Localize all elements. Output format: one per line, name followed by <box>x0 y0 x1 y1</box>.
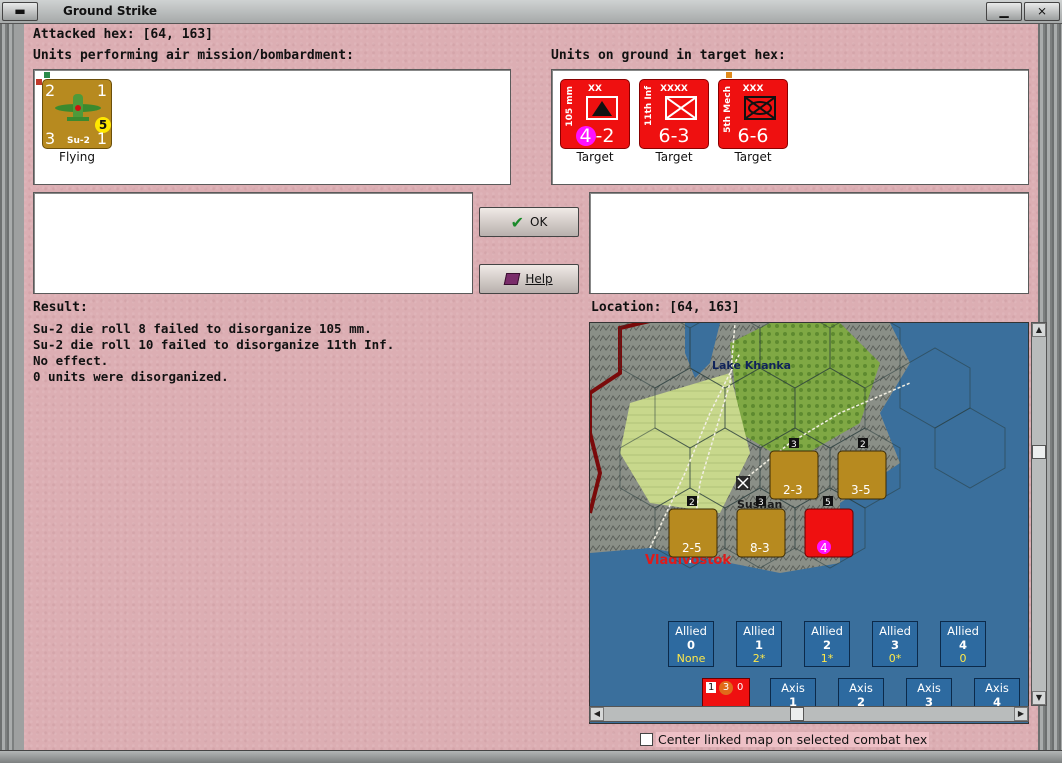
allied-air-box-4[interactable]: Allied 4 0 <box>940 621 986 667</box>
center-map-checkbox[interactable] <box>640 733 653 746</box>
scroll-left-icon[interactable]: ◀ <box>590 707 604 721</box>
svg-text:8-3: 8-3 <box>750 541 770 555</box>
counter-strength: 6-3 <box>658 125 690 147</box>
book-icon <box>504 273 521 285</box>
result-line: Su-2 die roll 8 failed to disorganize 10… <box>33 321 372 336</box>
unit-counter-105mm[interactable]: 105 mm XX 4 -2 <box>560 79 630 149</box>
result-line: No effect. <box>33 353 109 368</box>
red-unit-chit[interactable]: 1 3 0 <box>702 678 750 708</box>
status-marker-icon <box>44 72 50 78</box>
location-map[interactable]: Lake Khanka Sushan Vladivostok 3 2-3 2 3… <box>589 322 1029 724</box>
unit-counter-su2[interactable]: 2 1 5 3 Su-2 1 <box>42 79 112 149</box>
counter-strength: 4 -2 <box>561 125 629 147</box>
place-lake-khanka: Lake Khanka <box>712 359 791 372</box>
mechanized-symbol-icon <box>744 96 776 120</box>
dialog-body: Attacked hex: [64, 163] Units performing… <box>24 24 1047 750</box>
location-label: Location: [64, 163] <box>591 300 740 315</box>
window-frame-left <box>0 24 14 763</box>
counter-size: XXXX <box>660 84 688 94</box>
map-horizontal-scrollbar[interactable]: ◀ ▶ <box>589 706 1029 722</box>
vertical-scroll-thumb[interactable] <box>1032 445 1046 459</box>
window-menu-icon[interactable]: ▬ <box>2 2 38 21</box>
svg-text:3: 3 <box>758 498 764 508</box>
counter-name: Su-2 <box>67 136 90 146</box>
unit-counter-5th-mech[interactable]: 5th Mech XXX 6-6 <box>718 79 788 149</box>
svg-text:3: 3 <box>791 440 797 450</box>
unit-counter-11th-inf[interactable]: 11th Inf XXXX 6-3 <box>639 79 709 149</box>
unit-status-label: Target <box>734 150 772 164</box>
air-detail-panel <box>33 192 473 294</box>
svg-text:2-5: 2-5 <box>682 541 702 555</box>
allied-air-box-1[interactable]: Allied 1 2* <box>736 621 782 667</box>
attacked-hex-label: Attacked hex: [64, 163] <box>33 27 214 42</box>
artillery-symbol-icon <box>586 96 618 120</box>
result-line: 0 units were disorganized. <box>33 369 229 384</box>
map-vertical-scrollbar[interactable]: ▲ ▼ <box>1031 322 1047 706</box>
help-button[interactable]: Help <box>479 264 579 294</box>
ground-strike-window: ▬ Ground Strike ▁ ⨯ Attacked hex: [64, 1… <box>0 0 1062 763</box>
result-label: Result: <box>33 300 88 315</box>
scroll-up-icon[interactable]: ▲ <box>1032 323 1046 337</box>
counter-bottom-left: 3 <box>45 129 56 148</box>
unit-status-label: Target <box>655 150 693 164</box>
minimize-icon[interactable]: ▁ <box>986 2 1022 21</box>
ground-units-panel: 105 mm XX 4 -2 Target 11th Inf XXXX 6-3 T… <box>551 69 1029 185</box>
window-frame-bottom <box>0 750 1062 763</box>
window-title: Ground Strike <box>63 4 158 18</box>
ground-detail-panel <box>589 192 1029 294</box>
allied-air-box-0[interactable]: Allied 0 None <box>668 621 714 667</box>
allied-air-box-3[interactable]: Allied 3 0* <box>872 621 918 667</box>
counter-size: XXX <box>742 84 764 94</box>
ok-button[interactable]: ✔ OK <box>479 207 579 237</box>
allied-air-box-2[interactable]: Allied 2 1* <box>804 621 850 667</box>
title-bar[interactable]: ▬ Ground Strike ▁ ⨯ <box>0 0 1062 24</box>
close-icon[interactable]: ⨯ <box>1024 2 1060 21</box>
svg-text:2-3: 2-3 <box>783 483 803 497</box>
checkmark-icon: ✔ <box>510 212 525 232</box>
svg-text:2: 2 <box>860 440 866 450</box>
aircraft-icon <box>55 94 101 121</box>
result-line: Su-2 die roll 10 failed to disorganize 1… <box>33 337 395 352</box>
air-units-panel: 2 1 5 3 Su-2 1 Flying <box>33 69 511 185</box>
scroll-right-icon[interactable]: ▶ <box>1014 707 1028 721</box>
counter-strength: 6-6 <box>737 125 769 147</box>
counter-bottom-right: 1 <box>96 129 107 148</box>
unit-status-label: Target <box>576 150 614 164</box>
help-button-label: Help <box>525 272 553 286</box>
status-marker-icon <box>726 72 732 78</box>
svg-text:4: 4 <box>820 541 828 555</box>
center-map-checkbox-label[interactable]: Center linked map on selected combat hex <box>656 732 930 747</box>
svg-text:5: 5 <box>825 498 831 508</box>
svg-text:2: 2 <box>689 498 695 508</box>
chit-value: 0 <box>737 682 744 693</box>
unit-status-label: Flying <box>59 150 95 164</box>
air-units-label: Units performing air mission/bombardment… <box>33 48 354 63</box>
counter-size: XX <box>588 84 602 94</box>
ground-units-label: Units on ground in target hex: <box>551 48 786 63</box>
infantry-symbol-icon <box>665 96 697 120</box>
ok-button-label: OK <box>530 215 548 229</box>
scroll-down-icon[interactable]: ▼ <box>1032 691 1046 705</box>
chit-count: 1 <box>706 682 717 693</box>
chit-badge: 3 <box>719 681 733 695</box>
svg-text:3-5: 3-5 <box>851 483 871 497</box>
horizontal-scroll-thumb[interactable] <box>790 707 804 721</box>
